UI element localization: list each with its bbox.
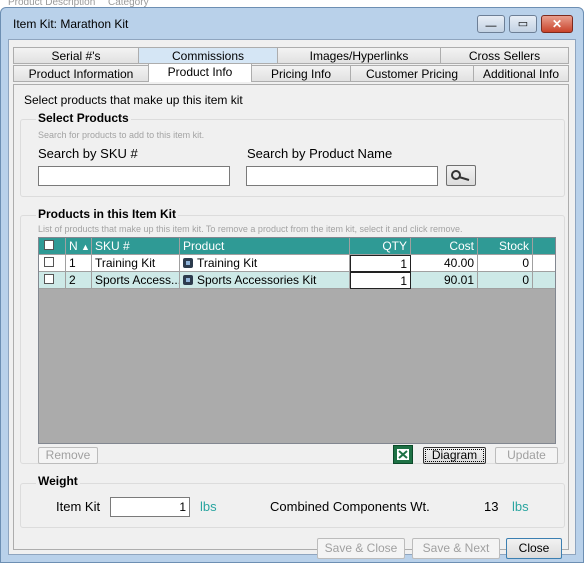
row-qty[interactable]: 1 [350, 255, 411, 272]
combined-weight-value: 13 [484, 499, 499, 514]
excel-icon [397, 449, 409, 460]
kit-products-hint: List of products that make up this item … [38, 224, 463, 234]
row-checkbox[interactable] [44, 257, 54, 267]
tab-images-hyperlinks[interactable]: Images/Hyperlinks [277, 47, 441, 64]
row-product: Training Kit [180, 255, 350, 272]
name-search-label: Search by Product Name [247, 146, 393, 161]
col-header-qty[interactable]: QTY [350, 238, 411, 255]
kit-products-grid[interactable]: N ▲ SKU # Product QTY Cost Stock 1 Train… [38, 237, 556, 444]
close-icon: ✕ [551, 17, 563, 31]
row-product: Sports Accessories Kit [180, 272, 350, 289]
col-header-product[interactable]: Product [180, 238, 350, 255]
sku-search-label: Search by SKU # [38, 146, 138, 161]
row-checkbox-cell[interactable] [39, 272, 66, 289]
tab-cross-sellers[interactable]: Cross Sellers [440, 47, 569, 64]
sort-asc-icon: ▲ [81, 242, 90, 252]
close-button[interactable]: Close [506, 538, 562, 559]
row-cost: 90.01 [411, 272, 478, 289]
col-header-stock[interactable]: Stock [478, 238, 533, 255]
sku-search-input[interactable] [38, 166, 230, 186]
col-header-filler [533, 238, 555, 255]
table-row[interactable]: 2 Sports Access... Sports Accessories Ki… [39, 272, 555, 289]
item-kit-weight-input[interactable] [110, 497, 190, 517]
search-button[interactable] [446, 165, 476, 186]
tab-commissions[interactable]: Commissions [138, 47, 278, 64]
tab-pricing-info[interactable]: Pricing Info [251, 65, 351, 82]
row-qty[interactable]: 1 [350, 272, 411, 289]
col-header-cost[interactable]: Cost [411, 238, 478, 255]
tab-product-information[interactable]: Product Information [13, 65, 149, 82]
save-close-button[interactable]: Save & Close [317, 538, 405, 559]
tab-product-info[interactable]: Product Info [148, 63, 252, 82]
table-row[interactable]: 1 Training Kit Training Kit 1 40.00 0 [39, 255, 555, 272]
close-window-button[interactable]: ✕ [541, 15, 573, 33]
row-checkbox-cell[interactable] [39, 255, 66, 272]
minimize-button[interactable]: — [477, 15, 505, 33]
item-kit-window: Item Kit: Marathon Kit — ▭ ✕ Serial #'s … [0, 7, 584, 563]
combined-weight-label: Combined Components Wt. [270, 499, 430, 514]
row-stock: 0 [478, 272, 533, 289]
select-products-title: Select Products [36, 111, 131, 125]
row-num: 2 [66, 272, 92, 289]
select-products-hint: Search for products to add to this item … [38, 130, 205, 140]
kit-icon [183, 258, 193, 268]
name-search-input[interactable] [246, 166, 438, 186]
minimize-icon: — [485, 20, 497, 32]
save-next-button[interactable]: Save & Next [412, 538, 500, 559]
tab-additional-info[interactable]: Additional Info [473, 65, 569, 82]
search-icon [451, 170, 470, 181]
row-filler [533, 255, 555, 272]
kit-icon [183, 275, 193, 285]
row-sku: Training Kit [92, 255, 180, 272]
col-header-sku[interactable]: SKU # [92, 238, 180, 255]
export-excel-button[interactable] [393, 445, 413, 464]
intro-text: Select products that make up this item k… [24, 93, 243, 107]
window-title: Item Kit: Marathon Kit [13, 17, 129, 31]
row-cost: 40.00 [411, 255, 478, 272]
update-button[interactable]: Update [495, 447, 558, 464]
select-all-checkbox[interactable] [44, 240, 54, 250]
row-num: 1 [66, 255, 92, 272]
select-all-checkbox-cell[interactable] [39, 238, 66, 255]
col-header-num[interactable]: N ▲ [66, 238, 92, 255]
combined-weight-unit: lbs [512, 499, 529, 514]
item-kit-weight-label: Item Kit [56, 499, 101, 514]
row-checkbox[interactable] [44, 274, 54, 284]
tab-customer-pricing[interactable]: Customer Pricing [350, 65, 474, 82]
diagram-button[interactable]: Diagram [423, 447, 486, 464]
row-stock: 0 [478, 255, 533, 272]
tab-serials[interactable]: Serial #'s [13, 47, 139, 64]
maximize-button[interactable]: ▭ [509, 15, 537, 33]
grid-header-row: N ▲ SKU # Product QTY Cost Stock [39, 238, 555, 255]
row-filler [533, 272, 555, 289]
remove-button[interactable]: Remove [38, 447, 98, 464]
item-kit-weight-unit: lbs [200, 499, 217, 514]
maximize-icon: ▭ [517, 18, 529, 30]
dialog-client: Serial #'s Commissions Images/Hyperlinks… [8, 39, 576, 559]
weight-title: Weight [36, 474, 80, 488]
row-sku: Sports Access... [92, 272, 180, 289]
title-bar[interactable]: Item Kit: Marathon Kit — ▭ ✕ [1, 8, 583, 38]
kit-products-title: Products in this Item Kit [36, 207, 179, 221]
product-info-page: Select products that make up this item k… [13, 84, 569, 559]
